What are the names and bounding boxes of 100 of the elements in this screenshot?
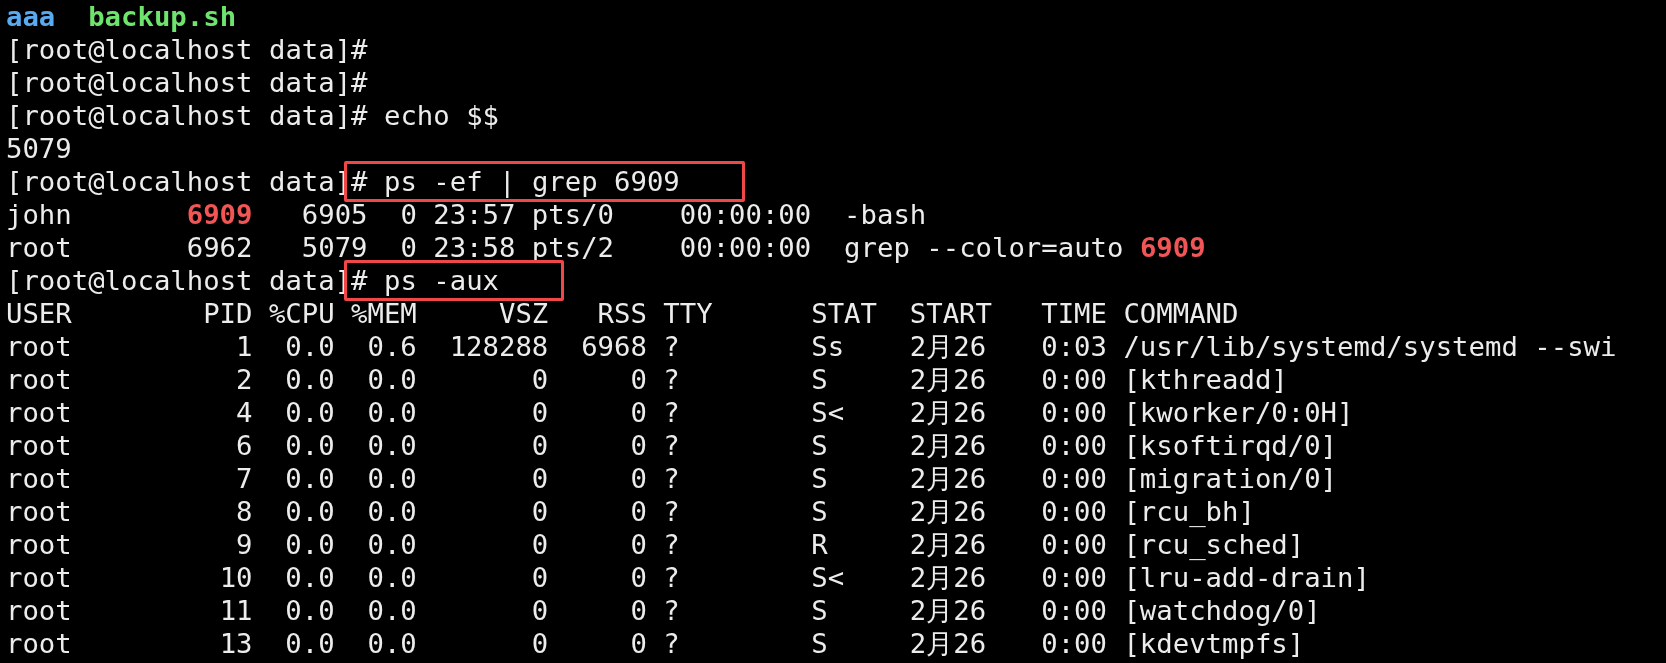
rss-cell: 0 [630, 462, 647, 495]
stat-cell: S< [811, 396, 845, 429]
time-cell: 00:00:00 [679, 231, 812, 264]
command-cell-text: [watchdog/0] [1122, 594, 1321, 627]
user-cell: root [6, 231, 72, 264]
vsz-cell: 0 [531, 627, 549, 660]
file-name: aaa [6, 1, 56, 32]
mem-cell: 0.0 [367, 495, 417, 528]
start-cell: 2月26 [909, 396, 987, 429]
column-header: %CPU [268, 297, 335, 330]
rss-cell: 0 [630, 363, 647, 396]
pid-cell: 6909 [186, 198, 253, 231]
vsz-cell: 0 [531, 396, 549, 429]
vsz-cell: 0 [531, 528, 549, 561]
command-cell-text: [migration/0] [1122, 462, 1338, 495]
ppid-cell: 6905 [301, 198, 368, 231]
mem-cell: 0.0 [367, 528, 417, 561]
tty-cell-text: ? [662, 429, 680, 462]
cpu-cell: 0.0 [285, 594, 335, 627]
column-header: TIME [1041, 297, 1107, 330]
user-cell: root [6, 561, 72, 594]
ppid-cell: 5079 [301, 231, 368, 264]
pid-cell: 8 [236, 495, 253, 528]
tty-cell: pts/2 [531, 231, 615, 264]
rss-cell: 0 [630, 561, 647, 594]
stat-cell: S [811, 462, 828, 495]
rss-cell: 6968 [581, 330, 647, 363]
shell-prompt: [root@localhost data]# [6, 100, 368, 131]
time-cell: 0:00 [1041, 627, 1107, 660]
tty-cell-text: ? [662, 330, 680, 363]
pid-cell: 4 [236, 396, 253, 429]
user-cell: root [6, 396, 72, 429]
vsz-cell: 128288 [449, 330, 549, 363]
stat-cell: Ss [811, 330, 845, 363]
command-text: echo $$ [384, 100, 500, 131]
cpu-cell: 0.0 [285, 627, 335, 660]
start-cell: 2月26 [909, 594, 987, 627]
mem-cell: 0.0 [367, 462, 417, 495]
start-cell: 2月26 [909, 495, 987, 528]
user-cell: root [6, 330, 72, 363]
pid-cell: 1 [236, 330, 253, 363]
pid-cell: 2 [236, 363, 253, 396]
user-cell: root [6, 594, 72, 627]
column-header: VSZ [498, 297, 549, 330]
vsz-cell: 0 [531, 594, 549, 627]
output-text: 5079 [6, 133, 72, 164]
vsz-cell: 0 [531, 462, 549, 495]
command-cell-text: [kthreadd] [1122, 363, 1288, 396]
start-time-cell-text: 23:57 [432, 198, 516, 231]
command-cell: grep --color=auto 6909 [844, 231, 1206, 264]
tty-cell: pts/0 [531, 198, 615, 231]
cpu-cell: 0.0 [285, 396, 335, 429]
command-cell: -bash [844, 198, 927, 231]
column-header: RSS [597, 297, 647, 330]
command-text: ps -ef | grep 6909 [384, 166, 680, 197]
command-cell-text: /usr/lib/systemd/systemd --swi [1122, 330, 1617, 363]
column-header: COMMAND [1122, 297, 1239, 330]
cpu-cell: 0 [400, 198, 417, 231]
cpu-cell: 0.0 [285, 495, 335, 528]
start-time-cell-text: 23:58 [432, 231, 516, 264]
pid-cell: 6 [236, 429, 253, 462]
rss-cell: 0 [630, 495, 647, 528]
command-cell-text: [rcu_bh] [1122, 495, 1255, 528]
mem-cell: 0.0 [367, 561, 417, 594]
cpu-cell: 0.0 [285, 561, 335, 594]
pid-cell: 7 [236, 462, 253, 495]
time-cell: 0:00 [1041, 594, 1107, 627]
time-cell: 0:00 [1041, 561, 1107, 594]
command-text: ps -aux [384, 265, 500, 296]
time-cell: 0:00 [1041, 429, 1107, 462]
start-cell: 2月26 [909, 363, 987, 396]
mem-cell: 0.0 [367, 594, 417, 627]
mem-cell: 0.0 [367, 627, 417, 660]
pid-cell: 10 [219, 561, 253, 594]
mem-cell: 0.0 [367, 429, 417, 462]
tty-cell-text: ? [662, 396, 680, 429]
start-cell: 2月26 [909, 627, 987, 660]
time-cell: 0:00 [1041, 363, 1107, 396]
vsz-cell: 0 [531, 429, 549, 462]
tty-cell-text: ? [662, 594, 680, 627]
command-cell-text: [kdevtmpfs] [1122, 627, 1305, 660]
cpu-cell: 0.0 [285, 528, 335, 561]
mem-cell: 0.0 [367, 396, 417, 429]
user-cell: root [6, 462, 72, 495]
tty-cell-text: ? [662, 528, 680, 561]
tty-cell-text: ? [662, 561, 680, 594]
time-cell: 0:00 [1041, 528, 1107, 561]
user-cell: root [6, 363, 72, 396]
time-cell: 00:00:00 [679, 198, 812, 231]
command-cell-text: [rcu_sched] [1122, 528, 1305, 561]
mem-cell: 0.0 [367, 363, 417, 396]
rss-cell: 0 [630, 396, 647, 429]
stat-cell: S [811, 594, 828, 627]
mem-cell: 0.6 [367, 330, 417, 363]
pid-cell: 13 [219, 627, 253, 660]
rss-cell: 0 [630, 594, 647, 627]
rss-cell: 0 [630, 429, 647, 462]
column-header: PID [203, 297, 253, 330]
vsz-cell: 0 [531, 561, 549, 594]
shell-prompt: [root@localhost data]# [6, 67, 368, 98]
